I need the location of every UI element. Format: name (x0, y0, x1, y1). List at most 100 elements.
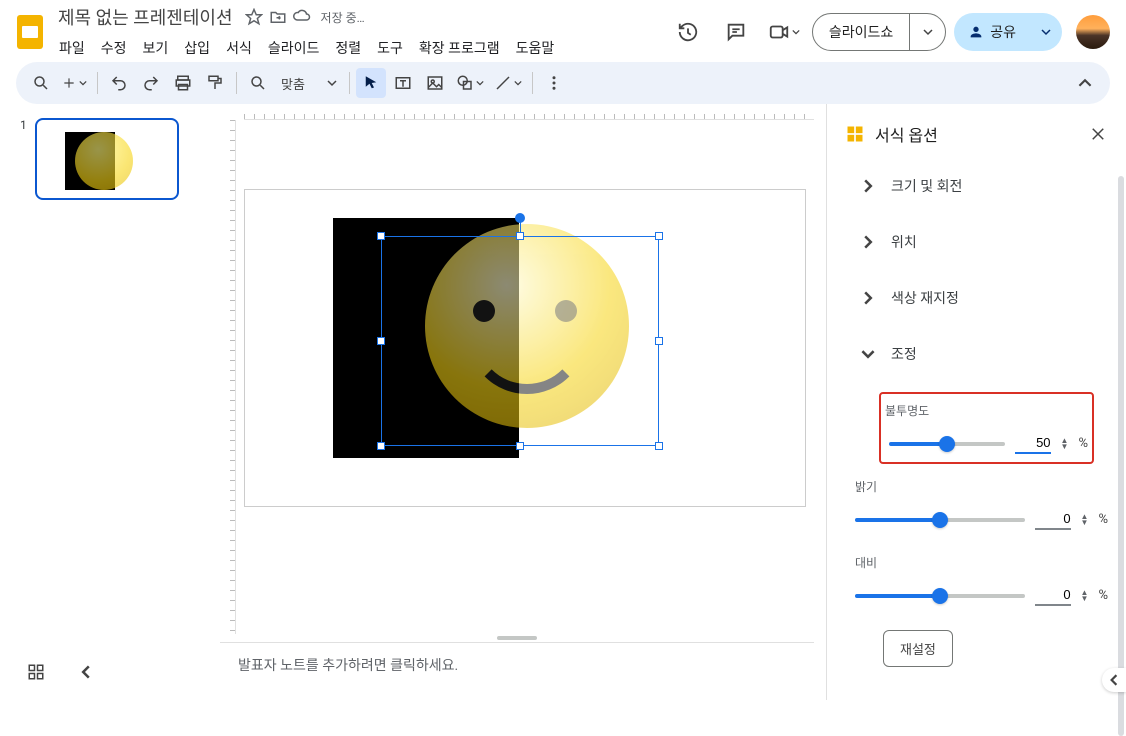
account-avatar[interactable] (1076, 15, 1110, 49)
chevron-down-icon (859, 347, 877, 361)
adjust-body: 불투명도 ▲▼ % 밝기 ▲▼ % 대비 (827, 382, 1126, 689)
menu-view[interactable]: 보기 (136, 34, 176, 62)
share-main[interactable]: 공유 (954, 22, 1030, 42)
history-icon[interactable] (668, 12, 708, 52)
star-icon[interactable] (245, 8, 263, 26)
brightness-stepper[interactable]: ▲▼ (1081, 514, 1089, 526)
resize-handle-bm[interactable] (516, 442, 524, 450)
contrast-stepper[interactable]: ▲▼ (1081, 590, 1089, 602)
reset-button[interactable]: 재설정 (883, 630, 953, 667)
header-actions: 슬라이드쇼 공유 (668, 12, 1110, 52)
contrast-label: 대비 (855, 554, 1108, 571)
section-size-rotate[interactable]: 크기 및 회전 (827, 158, 1126, 214)
opacity-slider[interactable] (889, 442, 1005, 446)
zoom-fit-select[interactable]: 맞춤 (275, 68, 343, 98)
slide-1[interactable] (245, 190, 805, 506)
select-tool-icon[interactable] (356, 68, 386, 98)
image-tool-icon[interactable] (420, 68, 450, 98)
section-recolor[interactable]: 색상 재지정 (827, 270, 1126, 326)
resize-handle-mr[interactable] (655, 337, 663, 345)
resize-handle-br[interactable] (655, 442, 663, 450)
menu-arrange[interactable]: 정렬 (328, 34, 368, 62)
chevron-right-icon (859, 235, 877, 249)
rotate-handle[interactable] (515, 213, 525, 223)
print-icon[interactable] (168, 68, 198, 98)
menu-format[interactable]: 서식 (219, 34, 259, 62)
selection-box[interactable] (381, 236, 659, 446)
paint-format-icon[interactable] (200, 68, 230, 98)
close-panel-icon[interactable] (1086, 122, 1110, 146)
meet-icon[interactable] (764, 12, 804, 52)
brightness-label: 밝기 (855, 478, 1108, 495)
contrast-input[interactable] (1035, 585, 1071, 606)
menu-slide[interactable]: 슬라이드 (261, 34, 327, 62)
slideshow-main[interactable]: 슬라이드쇼 (813, 22, 909, 42)
section-position[interactable]: 위치 (827, 214, 1126, 270)
cloud-status-icon[interactable] (293, 8, 311, 26)
toolbar: 맞춤 (16, 62, 1110, 104)
menu-file[interactable]: 파일 (52, 34, 92, 62)
explore-icon[interactable] (18, 654, 54, 690)
opacity-slider-thumb[interactable] (939, 436, 955, 452)
bottom-left-controls (18, 654, 104, 690)
chevron-right-icon (859, 291, 877, 305)
format-options-panel: 서식 옵션 크기 및 회전 위치 색상 재지정 조정 불투명도 ▲ (826, 104, 1126, 700)
main-area: 1 (0, 104, 1126, 700)
document-title[interactable]: 제목 없는 프레젠테이션 (52, 2, 239, 32)
resize-handle-tm[interactable] (516, 232, 524, 240)
menu-edit[interactable]: 수정 (94, 34, 134, 62)
textbox-tool-icon[interactable] (388, 68, 418, 98)
move-folder-icon[interactable] (269, 8, 287, 26)
opacity-input[interactable] (1015, 433, 1051, 454)
resize-handle-tr[interactable] (655, 232, 663, 240)
prev-slide-icon[interactable] (68, 654, 104, 690)
resize-handle-tl[interactable] (377, 232, 385, 240)
brightness-input[interactable] (1035, 509, 1071, 530)
slide-canvas[interactable] (236, 120, 814, 634)
redo-icon[interactable] (136, 68, 166, 98)
slides-logo-icon[interactable] (12, 14, 48, 50)
percent-label: % (1098, 512, 1108, 527)
saving-status: 저장 중… (321, 9, 365, 26)
logo-area (12, 14, 48, 50)
slide-thumbnail-1[interactable] (35, 118, 179, 200)
slide-thumbnails: 1 (0, 104, 208, 700)
line-tool-icon[interactable] (490, 68, 526, 98)
panel-title: 서식 옵션 (875, 122, 1076, 146)
resize-handle-ml[interactable] (377, 337, 385, 345)
brightness-slider-thumb[interactable] (932, 512, 948, 528)
opacity-highlight: 불투명도 ▲▼ % (879, 392, 1094, 464)
undo-icon[interactable] (104, 68, 134, 98)
slideshow-dropdown[interactable] (909, 14, 945, 50)
contrast-slider[interactable] (855, 594, 1025, 598)
side-panel-toggle[interactable] (1102, 668, 1126, 692)
new-slide-button[interactable] (58, 68, 91, 98)
menu-tools[interactable]: 도구 (370, 34, 410, 62)
more-tools-icon[interactable] (539, 68, 569, 98)
comments-icon[interactable] (716, 12, 756, 52)
vertical-ruler[interactable] (220, 120, 236, 634)
speaker-notes-resize[interactable] (220, 634, 814, 642)
percent-label: % (1098, 588, 1108, 603)
collapse-toolbar-icon[interactable] (1070, 68, 1100, 98)
share-dropdown[interactable] (1030, 13, 1062, 51)
opacity-stepper[interactable]: ▲▼ (1061, 438, 1069, 450)
speaker-notes[interactable]: 발표자 노트를 추가하려면 클릭하세요. (220, 642, 814, 688)
resize-handle-bl[interactable] (377, 442, 385, 450)
menu-bar: 파일 수정 보기 삽입 서식 슬라이드 정렬 도구 확장 프로그램 도움말 (52, 34, 561, 62)
section-adjust[interactable]: 조정 (827, 326, 1126, 382)
share-button: 공유 (954, 13, 1062, 51)
search-menus-icon[interactable] (26, 68, 56, 98)
people-icon (968, 24, 984, 40)
title-area: 제목 없는 프레젠테이션 저장 중… 파일 수정 보기 삽입 서식 슬라이드 정… (52, 2, 561, 62)
contrast-slider-thumb[interactable] (932, 588, 948, 604)
slideshow-button: 슬라이드쇼 (812, 13, 946, 51)
shape-tool-icon[interactable] (452, 68, 488, 98)
horizontal-ruler[interactable] (244, 104, 814, 120)
menu-insert[interactable]: 삽입 (177, 34, 217, 62)
panel-scrollbar[interactable] (1118, 176, 1124, 736)
brightness-slider[interactable] (855, 518, 1025, 522)
zoom-icon[interactable] (243, 68, 273, 98)
menu-extensions[interactable]: 확장 프로그램 (412, 34, 507, 62)
menu-help[interactable]: 도움말 (509, 34, 562, 62)
